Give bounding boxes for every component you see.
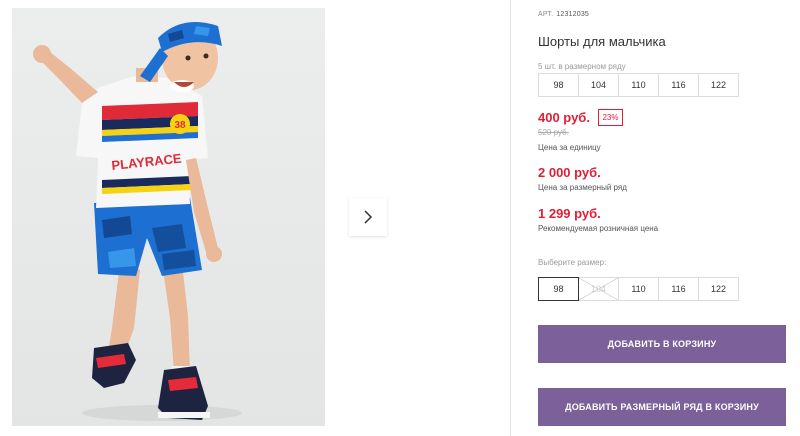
product-gallery: 38 PLAYRACE: [0, 0, 510, 436]
size-line-item: 98: [538, 73, 579, 97]
column-divider: [510, 0, 511, 436]
unavailable-cross-icon: [579, 278, 618, 300]
add-to-cart-button[interactable]: ДОБАВИТЬ В КОРЗИНУ: [538, 325, 786, 363]
sku-label: АРТ.: [538, 11, 554, 18]
size-option-122[interactable]: 122: [698, 277, 739, 301]
size-option-98[interactable]: 98: [538, 277, 579, 301]
unit-price: 400 руб.: [538, 110, 590, 125]
size-line-price-label: Цена за размерный ряд: [538, 183, 627, 192]
size-line-item: 122: [698, 73, 739, 97]
size-line-item: 104: [578, 73, 619, 97]
size-option-104-unavailable: 104: [578, 277, 619, 301]
product-title: Шорты для мальчика: [538, 34, 666, 49]
sku-value: 12312035: [556, 11, 590, 18]
size-selector: 98 104 110 116 122: [538, 277, 739, 301]
shirt-number: 38: [174, 120, 186, 131]
size-line-label: 5 шт. в размерном ряду: [538, 62, 626, 71]
size-option-116[interactable]: 116: [658, 277, 699, 301]
size-line-list: 98 104 110 116 122: [538, 73, 739, 97]
next-image-button[interactable]: [349, 198, 387, 236]
retail-price-label: Рекомендуемая розничная цена: [538, 224, 659, 233]
old-price: 520 руб.: [538, 128, 569, 137]
product-info: АРТ. 12312035 Шорты для мальчика 5 шт. в …: [538, 0, 800, 436]
choose-size-label: Выберите размер:: [538, 258, 607, 267]
add-size-line-to-cart-button[interactable]: ДОБАВИТЬ РАЗМЕРНЫЙ РЯД В КОРЗИНУ: [538, 388, 786, 426]
unit-price-label: Цена за единицу: [538, 143, 601, 152]
size-line-item: 116: [658, 73, 699, 97]
product-photo[interactable]: 38 PLAYRACE: [12, 8, 325, 426]
size-line-item: 110: [618, 73, 659, 97]
product-sku: АРТ. 12312035: [538, 11, 589, 18]
retail-price: 1 299 руб.: [538, 206, 601, 221]
size-line-price: 2 000 руб.: [538, 165, 601, 180]
chevron-right-icon: [364, 210, 373, 224]
size-option-110[interactable]: 110: [618, 277, 659, 301]
discount-badge: 23%: [598, 109, 623, 126]
boy-photo-illustration: 38 PLAYRACE: [33, 22, 242, 421]
